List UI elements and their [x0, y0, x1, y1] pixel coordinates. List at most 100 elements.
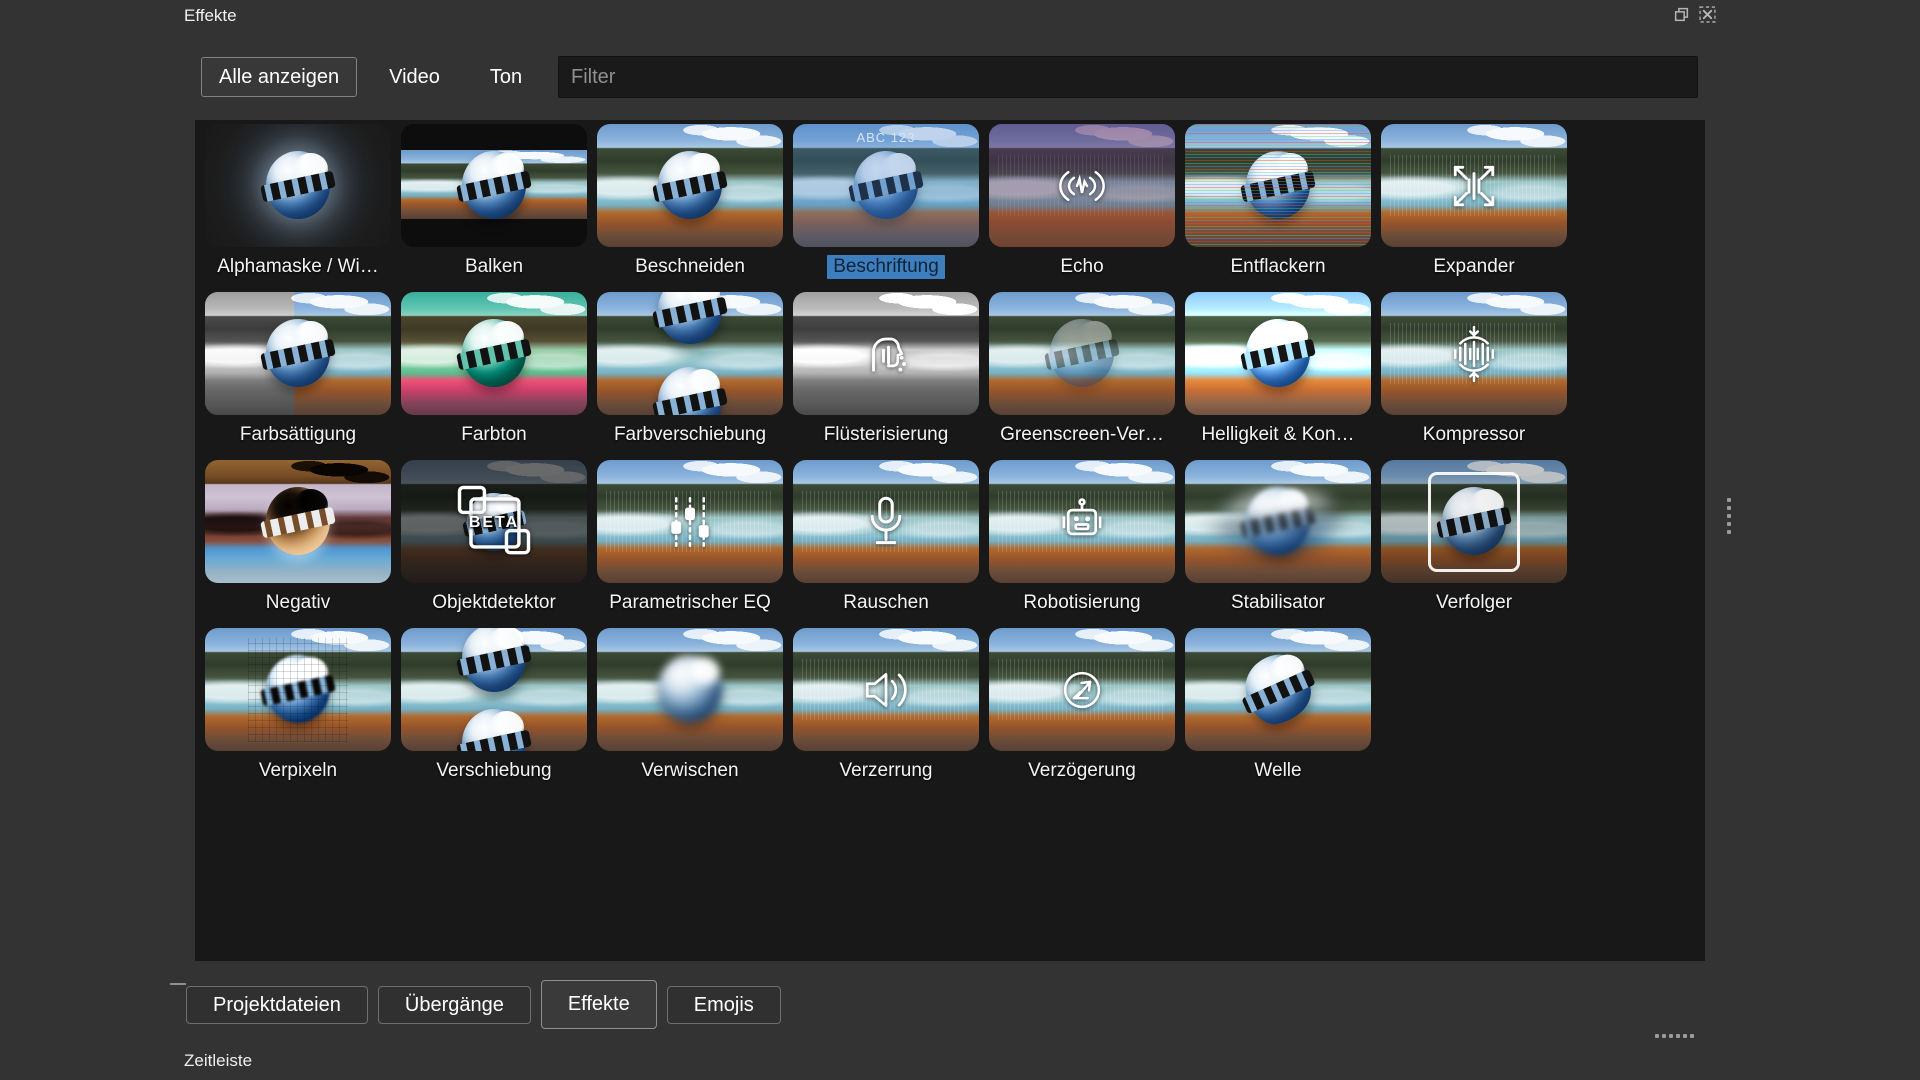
thumbnail-tint-overlay [597, 628, 783, 751]
vertical-splitter-handle[interactable] [1727, 498, 1731, 534]
effect-item-welle[interactable]: Welle [1180, 628, 1376, 796]
effect-item-negativ[interactable]: Negativ [200, 460, 396, 628]
effect-item-verwischen[interactable]: Verwischen [592, 628, 788, 796]
thumbnail-tint-overlay [1185, 292, 1371, 415]
dock-tabbar: Projektdateien Übergänge Effekte Emojis [186, 980, 781, 1029]
close-panel-icon[interactable] [1698, 5, 1717, 24]
tab-projektdateien[interactable]: Projektdateien [186, 986, 368, 1024]
effect-label: Verschiebung [436, 759, 551, 783]
effects-list-panel: Alphamaske / Wi… Balken [195, 120, 1705, 961]
effect-label: Parametrischer EQ [609, 591, 771, 615]
filter-scope-video-button[interactable]: Video [371, 57, 458, 97]
effect-item-alphamaske-wi[interactable]: Alphamaske / Wi… [200, 124, 396, 292]
effect-label: Balken [465, 255, 523, 279]
effect-label: Farbsättigung [240, 423, 356, 447]
effect-label: Greenscreen-Ver… [1000, 423, 1164, 447]
effect-label: Verzerrung [840, 759, 933, 783]
effect-thumbnail [793, 628, 979, 751]
effect-item-balken[interactable]: Balken [396, 124, 592, 292]
effect-item-fl-sterisierung[interactable]: Flüsterisierung [788, 292, 984, 460]
effects-filter-toolbar: Alle anzeigen Video Ton [201, 56, 554, 98]
float-window-icon[interactable] [1672, 5, 1691, 24]
effect-thumbnail [597, 628, 783, 751]
effect-item-beschneiden[interactable]: Beschneiden [592, 124, 788, 292]
effect-item-robotisierung[interactable]: Robotisierung [984, 460, 1180, 628]
effect-label: Farbverschiebung [614, 423, 766, 447]
effect-item-objektdetektor[interactable]: BETA Objektdetektor [396, 460, 592, 628]
thumbnail-overlay-text: ABC 123 [793, 130, 979, 145]
effect-item-farbs-ttigung[interactable]: Farbsättigung [200, 292, 396, 460]
effect-item-parametrischer-eq[interactable]: Parametrischer EQ [592, 460, 788, 628]
effect-thumbnail [1381, 124, 1567, 247]
eq-sliders-icon [597, 460, 783, 583]
effect-thumbnail [401, 628, 587, 751]
effect-label: Helligkeit & Kon… [1201, 423, 1354, 447]
effect-thumbnail [597, 292, 783, 415]
panel-title: Effekte [184, 6, 237, 26]
effect-label: Verzögerung [1028, 759, 1136, 783]
tab-berg-nge[interactable]: Übergänge [378, 986, 531, 1024]
filter-scope-ton-button[interactable]: Ton [472, 57, 540, 97]
thumbnail-tint-overlay [401, 292, 587, 415]
thumbnail-overlay-text: BETA [401, 514, 587, 532]
effect-item-expander[interactable]: Expander [1376, 124, 1572, 292]
microphone-icon [793, 460, 979, 583]
effect-thumbnail [205, 460, 391, 583]
effect-label: Objektdetektor [432, 591, 556, 615]
effect-label: Alphamaske / Wi… [217, 255, 379, 279]
effect-item-entflackern[interactable]: Entflackern [1180, 124, 1376, 292]
effect-item-verschiebung[interactable]: Verschiebung [396, 628, 592, 796]
effect-label: Rauschen [843, 591, 929, 615]
effect-label: Robotisierung [1023, 591, 1140, 615]
effect-label: Beschriftung [827, 255, 945, 279]
effect-thumbnail [1185, 124, 1371, 247]
effect-label: Stabilisator [1231, 591, 1325, 615]
tracking-rectangle [1428, 472, 1520, 572]
effect-item-greenscreen-ver[interactable]: Greenscreen-Ver… [984, 292, 1180, 460]
effect-item-farbverschiebung[interactable]: Farbverschiebung [592, 292, 788, 460]
thumbnail-tint-overlay [401, 628, 587, 751]
thumbnail-tint-overlay [205, 460, 391, 583]
effect-thumbnail [1185, 460, 1371, 583]
effect-thumbnail [1381, 460, 1567, 583]
effect-item-helligkeit-kon[interactable]: Helligkeit & Kon… [1180, 292, 1376, 460]
expander-arrows-icon [1381, 124, 1567, 247]
effect-item-stabilisator[interactable]: Stabilisator [1180, 460, 1376, 628]
echo-waves-icon [989, 124, 1175, 247]
effect-thumbnail [597, 460, 783, 583]
effect-label: Echo [1060, 255, 1103, 279]
thumbnail-tint-overlay [401, 124, 587, 247]
horizontal-splitter-handle[interactable] [1655, 1034, 1694, 1038]
effect-item-rauschen[interactable]: Rauschen [788, 460, 984, 628]
thumbnail-tint-overlay [989, 292, 1175, 415]
effect-item-beschriftung[interactable]: ABC 123 Beschriftung [788, 124, 984, 292]
effect-thumbnail [793, 292, 979, 415]
tab-effekte[interactable]: Effekte [541, 980, 657, 1029]
tab-emojis[interactable]: Emojis [667, 986, 781, 1024]
filter-scope-alle-anzeigen-button[interactable]: Alle anzeigen [201, 57, 357, 97]
effect-item-verfolger[interactable]: Verfolger [1376, 460, 1572, 628]
effect-label: Welle [1254, 759, 1301, 783]
effect-item-echo[interactable]: Echo [984, 124, 1180, 292]
effect-item-verzerrung[interactable]: Verzerrung [788, 628, 984, 796]
effect-label: Verpixeln [259, 759, 337, 783]
effects-grid: Alphamaske / Wi… Balken [195, 120, 1705, 796]
effect-thumbnail: BETA [401, 460, 587, 583]
effects-search-input[interactable] [558, 56, 1698, 98]
thumbnail-tint-overlay [597, 292, 783, 415]
effect-thumbnail [1185, 628, 1371, 751]
effect-item-kompressor[interactable]: Kompressor [1376, 292, 1572, 460]
effect-label: Farbton [461, 423, 526, 447]
thumbnail-tint-overlay [205, 292, 391, 415]
thumbnail-tint-overlay [1185, 124, 1371, 247]
effect-label: Verwischen [641, 759, 738, 783]
timeline-panel-title: Zeitleiste [184, 1051, 252, 1071]
effect-item-farbton[interactable]: Farbton [396, 292, 592, 460]
effect-item-verpixeln[interactable]: Verpixeln [200, 628, 396, 796]
effect-label: Beschneiden [635, 255, 745, 279]
effect-thumbnail [1381, 292, 1567, 415]
effect-item-verz-gerung[interactable]: Verzögerung [984, 628, 1180, 796]
effect-thumbnail [1185, 292, 1371, 415]
panel-window-controls [1672, 5, 1717, 24]
speaker-icon [793, 628, 979, 751]
